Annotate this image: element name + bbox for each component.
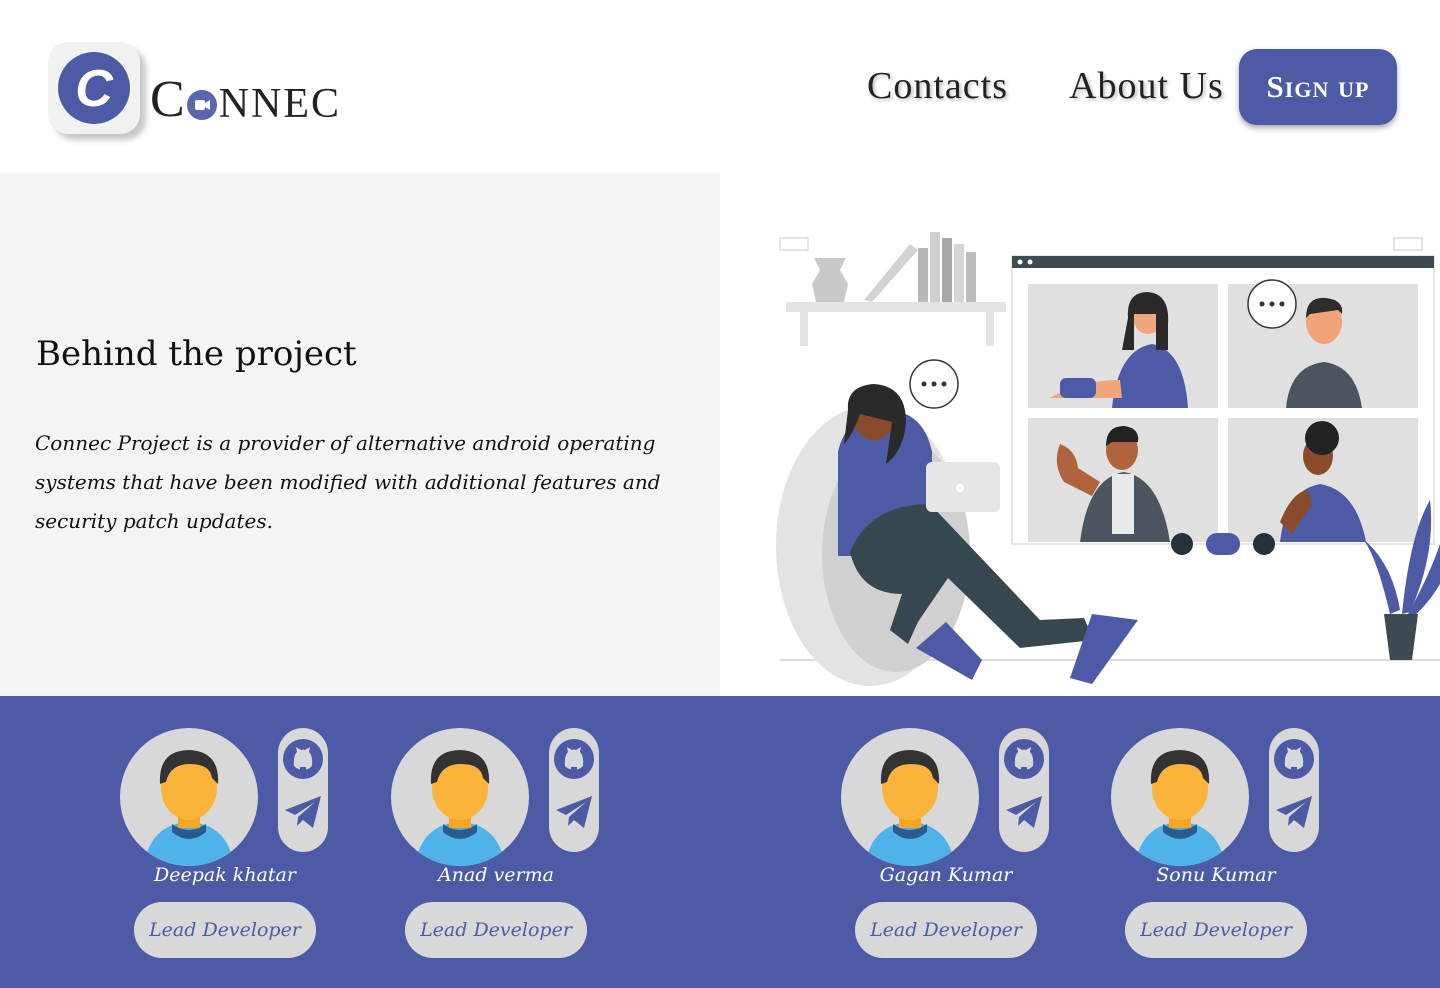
video-camera-icon: [186, 90, 217, 120]
telegram-icon[interactable]: [1272, 790, 1316, 834]
role-badge[interactable]: Lead Developer: [855, 902, 1037, 958]
social-links: [278, 728, 328, 852]
avatar: [1111, 728, 1249, 866]
user-avatar-icon: [144, 750, 234, 866]
social-links: [999, 728, 1049, 852]
role-badge[interactable]: Lead Developer: [1125, 902, 1307, 958]
user-avatar-icon: [415, 750, 505, 866]
team-member-card: Gagan Kumar Lead Developer: [841, 696, 1141, 988]
nav-contacts[interactable]: Contacts: [867, 64, 1008, 108]
social-links: [1269, 728, 1319, 852]
header: C C NNEC Contacts About Us Sign up: [0, 0, 1440, 174]
member-name: Gagan Kumar: [879, 864, 1013, 886]
avatar: [391, 728, 529, 866]
user-avatar-icon: [1135, 750, 1225, 866]
github-icon[interactable]: [551, 736, 597, 782]
video-call-illustration: [776, 232, 1440, 686]
hangup-icon: [1206, 533, 1240, 555]
github-icon[interactable]: [280, 736, 326, 782]
github-icon[interactable]: [1271, 736, 1317, 782]
brand-first-letter: C: [150, 71, 185, 128]
svg-text:C: C: [75, 60, 114, 118]
brand-rest: NNEC: [218, 81, 342, 127]
github-icon[interactable]: [1001, 736, 1047, 782]
nav-about-us[interactable]: About Us: [1069, 64, 1224, 108]
brand-name: C NNEC: [150, 56, 342, 128]
video-icon: [1171, 533, 1193, 555]
team-member-card: Deepak khatar Lead Developer: [120, 696, 420, 988]
mic-icon: [1253, 533, 1275, 555]
team-section: Deepak khatar Lead Developer Anad verma: [0, 696, 1440, 988]
avatar: [841, 728, 979, 866]
telegram-icon[interactable]: [552, 790, 596, 834]
member-name: Sonu Kumar: [1156, 864, 1276, 886]
social-links: [549, 728, 599, 852]
user-avatar-icon: [865, 750, 955, 866]
avatar: [120, 728, 258, 866]
hero-description: Connec Project is a provider of alternat…: [35, 431, 661, 533]
telegram-icon[interactable]: [1002, 790, 1046, 834]
hero-title: Behind the project: [36, 334, 357, 374]
team-member-card: Sonu Kumar Lead Developer: [1111, 696, 1411, 988]
telegram-icon[interactable]: [281, 790, 325, 834]
member-name: Anad verma: [438, 864, 554, 886]
member-name: Deepak khatar: [154, 864, 296, 886]
role-badge[interactable]: Lead Developer: [134, 902, 316, 958]
team-member-card: Anad verma Lead Developer: [391, 696, 691, 988]
signup-button[interactable]: Sign up: [1239, 49, 1397, 125]
logo-c-icon: C: [58, 52, 130, 124]
role-badge[interactable]: Lead Developer: [405, 902, 587, 958]
hero-text-panel: Behind the project Connec Project is a p…: [0, 174, 720, 696]
